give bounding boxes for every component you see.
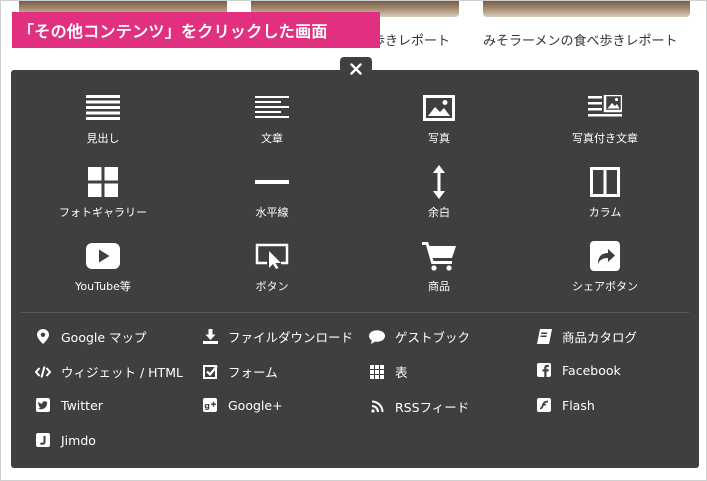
grid-item-label: 文章 — [261, 132, 283, 145]
list-item-label: RSSフィード — [395, 400, 470, 415]
add-columns-button[interactable]: カラム — [545, 164, 665, 220]
svg-text:g: g — [204, 402, 210, 411]
add-horizontal-line-button[interactable]: 水平線 — [212, 164, 332, 220]
add-product-catalog-button[interactable]: 商品カタログ — [536, 327, 637, 346]
other-contents-panel: 見出し 文章 写真 写真付き文章 フォトギャラリー 水平線 余白 カラム You… — [11, 70, 699, 468]
section-divider — [21, 312, 689, 313]
cart-icon — [419, 238, 459, 274]
google-plus-icon: g — [202, 397, 218, 413]
list-item-label: 表 — [395, 365, 408, 380]
image-icon — [419, 90, 459, 126]
grid-item-label: 余白 — [428, 206, 450, 219]
add-button-button[interactable]: ボタン — [212, 238, 332, 294]
list-item-label: 商品カタログ — [562, 330, 638, 345]
book-icon — [536, 329, 552, 345]
add-image-button[interactable]: 写真 — [379, 90, 499, 146]
facebook-icon — [536, 362, 552, 378]
grid-item-label: カラム — [588, 206, 622, 219]
annotation-banner: 「その他コンテンツ」をクリックした画面 — [12, 12, 380, 48]
article-caption[interactable]: みそラーメンの食べ歩きレポート — [483, 30, 677, 49]
list-item-label: フォーム — [228, 365, 278, 380]
grid-item-label: 写真付き文章 — [572, 132, 638, 145]
speech-bubble-icon — [369, 329, 385, 345]
grid-item-label: 商品 — [428, 280, 450, 293]
heading-icon — [83, 90, 123, 126]
add-google-plus-button[interactable]: g Google+ — [202, 397, 283, 413]
add-product-button[interactable]: 商品 — [379, 238, 499, 294]
list-item-label: Facebook — [562, 362, 621, 378]
spacing-icon — [419, 164, 459, 200]
grid-item-label: YouTube等 — [75, 280, 131, 293]
grid-item-label: 水平線 — [255, 206, 289, 219]
add-text-button[interactable]: 文章 — [212, 90, 332, 146]
code-icon — [35, 364, 51, 380]
list-item-label: Twitter — [61, 397, 103, 413]
add-table-button[interactable]: 表 — [369, 362, 408, 381]
add-google-map-button[interactable]: Google マップ — [35, 327, 147, 346]
list-item-label: Jimdo — [61, 432, 96, 448]
list-item-label: Google+ — [228, 397, 283, 413]
text-icon — [252, 90, 292, 126]
share-icon — [585, 238, 625, 274]
article-caption[interactable]: 歩きレポート — [372, 30, 450, 49]
add-share-button[interactable]: シェアボタン — [545, 238, 665, 294]
add-rss-feed-button[interactable]: RSSフィード — [369, 397, 469, 416]
rss-icon — [369, 399, 385, 415]
add-gallery-button[interactable]: フォトギャラリー — [43, 164, 163, 220]
grid-item-label: シェアボタン — [572, 280, 638, 293]
grid-item-label: フォトギャラリー — [59, 206, 147, 219]
add-jimdo-button[interactable]: Jimdo — [35, 432, 96, 448]
add-form-button[interactable]: フォーム — [202, 362, 278, 381]
add-heading-button[interactable]: 見出し — [43, 90, 163, 146]
play-icon — [83, 238, 123, 274]
image-text-icon — [585, 90, 625, 126]
list-item-label: ウィジェット / HTML — [61, 365, 183, 380]
list-item-label: ファイルダウンロード — [228, 330, 354, 345]
map-pin-icon — [35, 329, 51, 345]
list-item-label: Flash — [562, 397, 595, 413]
add-flash-button[interactable]: Flash — [536, 397, 595, 413]
close-button[interactable] — [340, 57, 372, 81]
close-icon — [350, 63, 362, 75]
add-youtube-button[interactable]: YouTube等 — [43, 238, 163, 294]
add-facebook-button[interactable]: Facebook — [536, 362, 621, 378]
twitter-icon — [35, 397, 51, 413]
jimdo-icon — [35, 432, 51, 448]
add-widget-html-button[interactable]: ウィジェット / HTML — [35, 362, 183, 381]
checkbox-icon — [202, 364, 218, 380]
list-item-label: Google マップ — [61, 330, 147, 345]
table-icon — [369, 364, 385, 380]
horizontal-line-icon — [252, 164, 292, 200]
columns-icon — [585, 164, 625, 200]
flash-icon — [536, 397, 552, 413]
grid-item-label: ボタン — [255, 280, 289, 293]
download-icon — [202, 329, 218, 345]
add-twitter-button[interactable]: Twitter — [35, 397, 103, 413]
add-guestbook-button[interactable]: ゲストブック — [369, 327, 470, 346]
grid-item-label: 見出し — [86, 132, 120, 145]
add-image-text-button[interactable]: 写真付き文章 — [545, 90, 665, 146]
gallery-icon — [83, 164, 123, 200]
list-item-label: ゲストブック — [395, 330, 471, 345]
add-file-download-button[interactable]: ファイルダウンロード — [202, 327, 353, 346]
button-icon — [252, 238, 292, 274]
article-thumbnail[interactable] — [483, 0, 690, 17]
add-spacing-button[interactable]: 余白 — [379, 164, 499, 220]
grid-item-label: 写真 — [428, 132, 450, 145]
